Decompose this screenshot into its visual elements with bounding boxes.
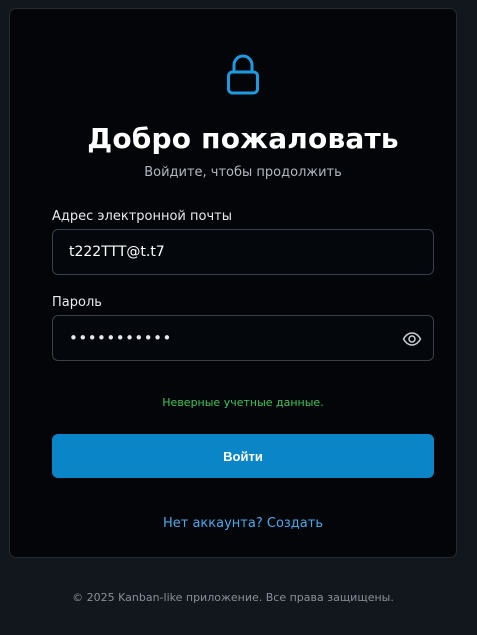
password-label: Пароль xyxy=(52,295,102,310)
lock-icon xyxy=(227,54,259,95)
signup-link[interactable]: Нет аккаунта? Создать xyxy=(10,516,476,531)
page-subtitle: Войдите, чтобы продолжить xyxy=(144,165,342,180)
error-message: Неверные учетные данные. xyxy=(162,396,324,409)
password-value: ••••••••••• xyxy=(69,329,172,347)
login-page: Добро пожаловать Войдите, чтобы продолжи… xyxy=(0,0,477,635)
password-field[interactable]: ••••••••••• xyxy=(52,315,434,361)
email-label: Адрес электронной почты xyxy=(52,209,232,224)
login-card: Добро пожаловать Войдите, чтобы продолжи… xyxy=(9,8,457,558)
footer-copyright: © 2025 Kanban-like приложение. Все права… xyxy=(72,591,394,604)
eye-icon[interactable] xyxy=(402,329,422,349)
email-field[interactable]: t222TTT@t.t7 xyxy=(52,229,434,275)
email-value: t222TTT@t.t7 xyxy=(69,244,165,260)
login-button[interactable]: Войти xyxy=(52,434,434,478)
page-title: Добро пожаловать xyxy=(87,122,399,155)
